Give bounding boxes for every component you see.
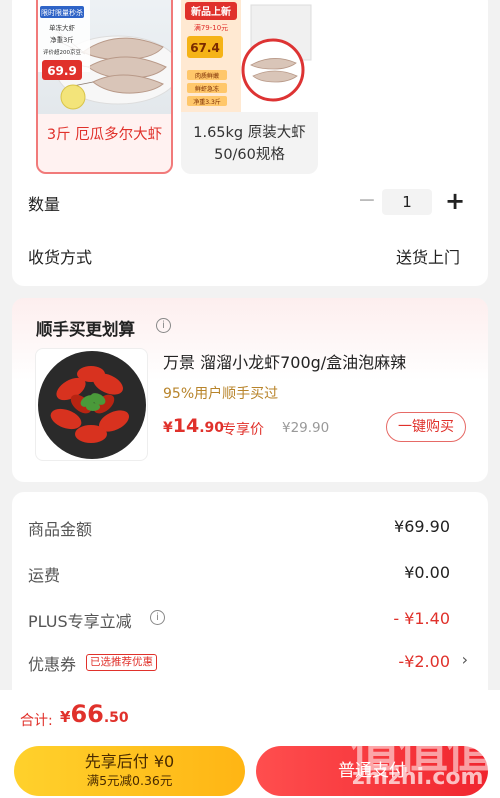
variant-option-3jin[interactable]: 限时限量秒杀 单冻大虾 净重3斤 评价超200京豆 69.9 3斤 厄瓜多尔大虾 bbox=[36, 0, 173, 174]
quantity-decrease-button[interactable]: − bbox=[354, 187, 380, 217]
upsell-product-name[interactable]: 万景 溜溜小龙虾700g/盒油泡麻辣 bbox=[163, 349, 406, 373]
svg-text:肉质鲜嫩: 肉质鲜嫩 bbox=[195, 72, 219, 80]
freight-label: 运费 bbox=[28, 566, 61, 585]
svg-text:鲜虾急冻: 鲜虾急冻 bbox=[195, 85, 219, 93]
pay-later-label: 先享后付 ¥0 bbox=[84, 752, 175, 771]
quantity-increase-button[interactable]: + bbox=[442, 186, 468, 216]
pay-later-discount: 满5元减0.36元 bbox=[86, 773, 173, 788]
variant-label: 1.65kg 原装大虾 50/60规格 bbox=[193, 125, 306, 163]
plus-discount-value: - ¥1.40 bbox=[393, 609, 450, 628]
goods-amount-row: 商品金额 ¥69.90 bbox=[28, 514, 472, 540]
svg-text:单冻大虾: 单冻大虾 bbox=[49, 23, 76, 32]
price-summary-card: 商品金额 ¥69.90 运费 ¥0.00 PLUS专享立减 i - ¥1.40 … bbox=[12, 492, 488, 702]
exclusive-price-tag: 专享价 bbox=[222, 422, 264, 438]
info-icon[interactable]: i bbox=[156, 318, 171, 333]
info-icon[interactable]: i bbox=[150, 610, 165, 625]
shipping-value: 送货上门 bbox=[395, 248, 460, 267]
svg-text:净重3.3斤: 净重3.3斤 bbox=[193, 98, 221, 106]
crayfish-product-image[interactable] bbox=[35, 348, 148, 461]
quantity-input[interactable]: 1 bbox=[382, 189, 432, 215]
coupon-row[interactable]: 优惠券 已选推荐优惠 -¥2.00 › bbox=[28, 649, 472, 675]
upsell-social-proof: 95%用户顺手买过 bbox=[163, 386, 279, 402]
upsell-title: 顺手买更划算 bbox=[36, 320, 135, 339]
one-click-buy-button[interactable]: 一键购买 bbox=[386, 412, 466, 442]
plus-discount-row: PLUS专享立减 i - ¥1.40 bbox=[28, 606, 472, 632]
quantity-label: 数量 bbox=[28, 195, 61, 214]
coupon-value: -¥2.00 bbox=[398, 652, 450, 671]
chevron-right-icon[interactable]: › bbox=[462, 650, 468, 669]
freight-row: 运费 ¥0.00 bbox=[28, 560, 472, 586]
svg-text:净重3斤: 净重3斤 bbox=[50, 35, 74, 44]
goods-amount-label: 商品金额 bbox=[28, 520, 93, 539]
product-options-card: 限时限量秒杀 单冻大虾 净重3斤 评价超200京豆 69.9 3斤 厄瓜多尔大虾… bbox=[12, 0, 488, 286]
original-price: ¥29.90 bbox=[282, 420, 330, 436]
total-label: 合计: bbox=[20, 713, 53, 729]
shipping-method-row[interactable]: 收货方式 送货上门 bbox=[28, 240, 472, 270]
svg-text:满79-10元: 满79-10元 bbox=[194, 23, 228, 32]
pay-later-button[interactable]: 先享后付 ¥0 满5元减0.36元 bbox=[14, 746, 245, 796]
goods-amount-value: ¥69.90 bbox=[394, 517, 450, 536]
coupon-selected-badge: 已选推荐优惠 bbox=[86, 654, 157, 671]
upsell-price: ¥14.90 bbox=[163, 415, 225, 437]
variant-label: 3斤 厄瓜多尔大虾 bbox=[46, 127, 163, 143]
total-amount: ¥66.50 bbox=[60, 700, 129, 728]
coupon-label: 优惠券 bbox=[28, 655, 77, 674]
shrimp-product-image: 限时限量秒杀 单冻大虾 净重3斤 评价超200京豆 69.9 bbox=[38, 0, 171, 114]
add-on-recommendation-card: 顺手买更划算 i 万景 溜溜小龙虾700g/盒油泡麻辣 95%用户顺手买过 ¥1… bbox=[12, 298, 488, 482]
promo-badge-top: 限时限量秒杀 bbox=[41, 8, 83, 17]
checkout-bar: 合计: ¥66.50 先享后付 ¥0 满5元减0.36元 普通支付 bbox=[0, 690, 500, 798]
variant-price-tag: 69.9 bbox=[47, 64, 77, 78]
quantity-row: 数量 − 1 + bbox=[28, 187, 472, 217]
plus-discount-label: PLUS专享立减 bbox=[28, 612, 132, 631]
svg-text:评价超200京豆: 评价超200京豆 bbox=[43, 48, 81, 56]
shrimp-box-product-image: 新品上新 满79-10元 67.4 肉质鲜嫩 鲜虾急冻 净重3.3斤 bbox=[181, 0, 318, 112]
shipping-label: 收货方式 bbox=[28, 248, 93, 267]
normal-pay-button[interactable]: 普通支付 bbox=[256, 746, 488, 796]
variant-price-tag: 67.4 bbox=[190, 41, 220, 55]
promo-title: 新品上新 bbox=[191, 5, 231, 18]
freight-value: ¥0.00 bbox=[404, 563, 450, 582]
variant-option-1-65kg[interactable]: 新品上新 满79-10元 67.4 肉质鲜嫩 鲜虾急冻 净重3.3斤 1.65k… bbox=[181, 0, 318, 174]
